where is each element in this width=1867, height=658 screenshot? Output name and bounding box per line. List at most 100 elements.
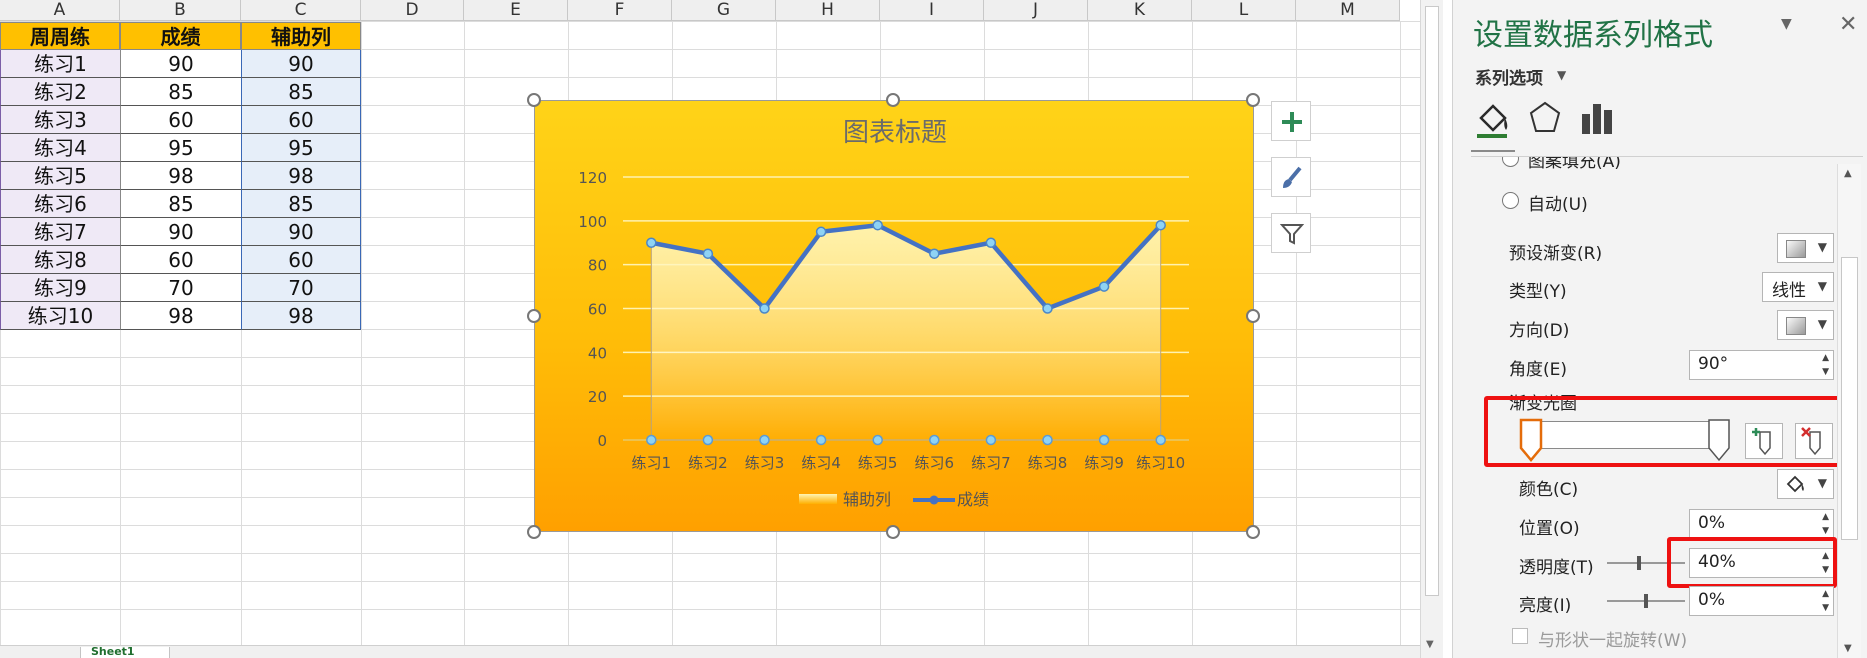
table-cell[interactable]: 90 bbox=[120, 218, 241, 246]
column-header-a[interactable]: A bbox=[0, 0, 120, 21]
spin-down-icon[interactable]: ▼ bbox=[1822, 526, 1829, 536]
spin-up-icon[interactable]: ▲ bbox=[1822, 512, 1829, 522]
pattern-fill-radio[interactable] bbox=[1502, 157, 1519, 167]
table-cell[interactable]: 98 bbox=[241, 302, 361, 330]
column-header-f[interactable]: F bbox=[568, 0, 672, 21]
area-point-marker[interactable] bbox=[646, 434, 657, 446]
line-point-marker[interactable] bbox=[1155, 219, 1166, 231]
column-header-e[interactable]: E bbox=[464, 0, 568, 21]
table-cell[interactable]: 95 bbox=[241, 134, 361, 162]
area-point-marker[interactable] bbox=[759, 434, 770, 446]
slider-knob[interactable] bbox=[1637, 556, 1641, 570]
area-point-marker[interactable] bbox=[1155, 434, 1166, 446]
header-cell[interactable]: 辅助列 bbox=[241, 22, 361, 50]
line-point-marker[interactable] bbox=[646, 237, 657, 248]
table-cell[interactable]: 85 bbox=[241, 190, 361, 218]
angle-input[interactable]: 90° ▲ ▼ bbox=[1689, 350, 1834, 380]
column-header-b[interactable]: B bbox=[120, 0, 241, 21]
column-header-k[interactable]: K bbox=[1088, 0, 1192, 21]
table-cell[interactable]: 95 bbox=[120, 134, 241, 162]
chart-styles-button[interactable] bbox=[1271, 157, 1311, 197]
line-point-marker[interactable] bbox=[702, 248, 714, 259]
chevron-down-icon[interactable]: ▼ bbox=[1557, 68, 1566, 82]
spin-down-icon[interactable]: ▼ bbox=[1822, 603, 1829, 613]
direction-dropdown[interactable]: ▼ bbox=[1777, 310, 1834, 340]
table-cell[interactable]: 60 bbox=[120, 246, 241, 274]
area-point-marker[interactable] bbox=[702, 434, 714, 446]
table-cell[interactable]: 练习7 bbox=[0, 218, 120, 246]
table-cell[interactable]: 90 bbox=[241, 50, 361, 78]
header-cell[interactable]: 周周练 bbox=[0, 22, 120, 50]
table-cell[interactable]: 85 bbox=[120, 190, 241, 218]
brightness-input[interactable]: 0% ▲ ▼ bbox=[1689, 586, 1834, 616]
table-cell[interactable]: 60 bbox=[120, 106, 241, 134]
scroll-down-icon[interactable]: ▼ bbox=[1844, 643, 1852, 654]
table-cell[interactable]: 85 bbox=[120, 78, 241, 106]
series-options-dropdown[interactable]: 系列选项 bbox=[1475, 64, 1543, 89]
scroll-down-icon[interactable]: ▼ bbox=[1426, 639, 1434, 650]
table-cell[interactable]: 90 bbox=[241, 218, 361, 246]
legend-label-area[interactable]: 辅助列 bbox=[843, 490, 891, 509]
chart-title[interactable]: 图表标题 bbox=[843, 118, 947, 148]
pane-options-icon[interactable]: ▼ bbox=[1781, 16, 1792, 32]
slider-knob[interactable] bbox=[1644, 594, 1648, 608]
table-cell[interactable]: 60 bbox=[241, 246, 361, 274]
chart-filters-button[interactable] bbox=[1271, 213, 1311, 253]
line-point-marker[interactable] bbox=[985, 237, 997, 248]
resize-handle-left[interactable] bbox=[527, 309, 541, 323]
area-series[interactable] bbox=[650, 223, 1162, 441]
area-point-marker[interactable] bbox=[872, 434, 883, 446]
scroll-up-icon[interactable]: ▲ bbox=[1844, 168, 1852, 179]
type-dropdown[interactable]: 线性 ▼ bbox=[1762, 272, 1834, 302]
column-header-i[interactable]: I bbox=[880, 0, 984, 21]
area-point-marker[interactable] bbox=[1098, 434, 1110, 446]
pane-scrollbar[interactable]: ▲ ▼ bbox=[1837, 164, 1861, 658]
column-header-c[interactable]: C bbox=[241, 0, 361, 21]
auto-radio[interactable] bbox=[1502, 192, 1519, 209]
line-point-marker[interactable] bbox=[1098, 281, 1110, 292]
resize-handle-bottom[interactable] bbox=[886, 525, 900, 539]
resize-handle-top-right[interactable] bbox=[1246, 93, 1260, 107]
column-header-j[interactable]: J bbox=[984, 0, 1088, 21]
area-point-marker[interactable] bbox=[1042, 434, 1053, 446]
table-cell[interactable]: 练习4 bbox=[0, 134, 120, 162]
area-point-marker[interactable] bbox=[985, 434, 997, 446]
line-point-marker[interactable] bbox=[872, 219, 883, 231]
chart-elements-button[interactable] bbox=[1271, 101, 1311, 141]
legend-swatch-area[interactable] bbox=[799, 494, 837, 504]
preset-gradient-dropdown[interactable]: ▼ bbox=[1777, 233, 1834, 263]
line-point-marker[interactable] bbox=[759, 303, 770, 314]
fill-line-icon[interactable] bbox=[1475, 100, 1511, 140]
line-area-chart[interactable]: 图表标题 0 20 40 60 80 100 120 练习1 练习2 练习3 练习4 练习5 练习6 练习7… bbox=[535, 101, 1255, 533]
table-cell[interactable]: 60 bbox=[241, 106, 361, 134]
table-cell[interactable]: 练习2 bbox=[0, 78, 120, 106]
table-cell[interactable]: 练习10 bbox=[0, 302, 120, 330]
table-cell[interactable]: 98 bbox=[241, 162, 361, 190]
spin-up-icon[interactable]: ▲ bbox=[1822, 589, 1829, 599]
table-cell[interactable]: 98 bbox=[120, 162, 241, 190]
spin-up-icon[interactable]: ▲ bbox=[1822, 353, 1829, 363]
line-point-marker[interactable] bbox=[815, 226, 827, 238]
table-cell[interactable]: 70 bbox=[120, 274, 241, 302]
table-cell[interactable]: 练习9 bbox=[0, 274, 120, 302]
position-input[interactable]: 0% ▲ ▼ bbox=[1689, 509, 1834, 539]
resize-handle-top[interactable] bbox=[886, 93, 900, 107]
brightness-slider[interactable] bbox=[1607, 594, 1685, 608]
scroll-thumb[interactable] bbox=[1425, 6, 1439, 596]
color-picker-button[interactable]: ▼ bbox=[1777, 469, 1834, 499]
chart-area[interactable]: 图表标题 0 20 40 60 80 100 120 练习1 练习2 练习3 练习4 练习5 练习6 练习7… bbox=[534, 100, 1254, 532]
line-point-marker[interactable] bbox=[929, 248, 940, 259]
line-point-marker[interactable] bbox=[1042, 303, 1053, 314]
table-cell[interactable]: 85 bbox=[241, 78, 361, 106]
column-header-m[interactable]: M bbox=[1296, 0, 1400, 21]
area-point-marker[interactable] bbox=[815, 434, 827, 446]
table-cell[interactable]: 98 bbox=[120, 302, 241, 330]
table-cell[interactable]: 练习5 bbox=[0, 162, 120, 190]
close-icon[interactable]: ✕ bbox=[1839, 12, 1857, 37]
effects-pentagon-icon[interactable] bbox=[1528, 100, 1562, 136]
column-header-d[interactable]: D bbox=[361, 0, 464, 21]
column-header-h[interactable]: H bbox=[776, 0, 880, 21]
table-cell[interactable]: 练习1 bbox=[0, 50, 120, 78]
table-cell[interactable]: 练习3 bbox=[0, 106, 120, 134]
sheet-tab-bar[interactable]: Sheet1 bbox=[0, 645, 1420, 658]
